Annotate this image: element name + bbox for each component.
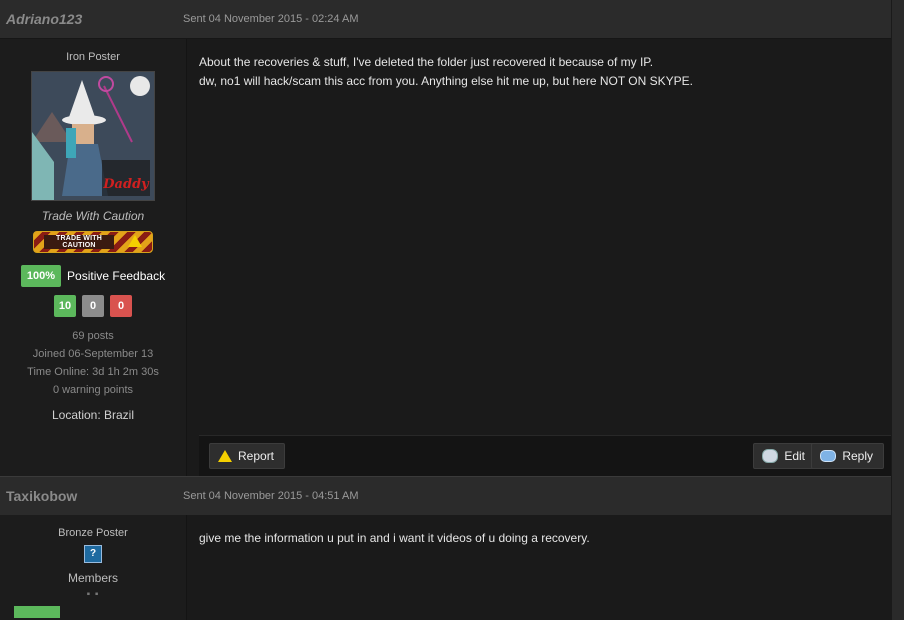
reply-label: Reply bbox=[842, 449, 873, 463]
post-author[interactable]: Adriano123 bbox=[6, 11, 82, 27]
neutral-count[interactable]: 0 bbox=[82, 295, 104, 317]
post-count: 69 posts bbox=[72, 330, 114, 342]
trade-caution-badge: TRADE WITH CAUTION bbox=[33, 231, 153, 253]
post-content: About the recoveries & stuff, I've delet… bbox=[187, 39, 892, 476]
reply-button[interactable]: Reply bbox=[811, 443, 884, 469]
user-title: Trade With Caution bbox=[41, 209, 145, 223]
joined-date: Joined 06-September 13 bbox=[32, 348, 154, 360]
post-message: give me the information u put in and i w… bbox=[199, 531, 590, 545]
edit-button[interactable]: Edit bbox=[753, 443, 816, 469]
avatar[interactable]: Daddy bbox=[31, 71, 155, 201]
warning-icon bbox=[218, 450, 232, 462]
member-group-icon: ? bbox=[84, 545, 102, 563]
time-online: Time Online: 3d 1h 2m 30s bbox=[27, 366, 159, 378]
group-name: Members bbox=[67, 571, 118, 585]
negative-count[interactable]: 0 bbox=[110, 295, 132, 317]
page-scrollbar[interactable] bbox=[891, 0, 904, 620]
feedback-counts: 10 0 0 bbox=[0, 295, 186, 317]
post-content: give me the information u put in and i w… bbox=[187, 515, 892, 620]
user-stats: 69 posts Joined 06-September 13 Time Onl… bbox=[0, 327, 186, 399]
rank-pips: ▪ ▪ bbox=[86, 589, 100, 600]
edit-icon bbox=[762, 449, 779, 463]
user-sidebar: Bronze Poster ? Members ▪ ▪ bbox=[0, 515, 187, 620]
message-line: About the recoveries & stuff, I've delet… bbox=[199, 55, 654, 69]
post-author[interactable]: Taxikobow bbox=[6, 488, 77, 504]
post-date: Sent 04 November 2015 - 02:24 AM bbox=[183, 13, 359, 25]
post-header: Adriano123 Sent 04 November 2015 - 02:24… bbox=[0, 0, 892, 39]
feedback-summary[interactable]: 100% Positive Feedback bbox=[0, 265, 186, 287]
message-line: dw, no1 will hack/scam this acc from you… bbox=[199, 74, 693, 88]
positive-count[interactable]: 10 bbox=[54, 295, 76, 317]
report-label: Report bbox=[238, 449, 275, 463]
feedback-percent[interactable] bbox=[14, 606, 60, 618]
user-rank: Bronze Poster bbox=[58, 527, 128, 539]
avatar-logo-text: Daddy bbox=[102, 177, 150, 192]
user-rank: Iron Poster bbox=[66, 51, 120, 63]
warning-icon bbox=[128, 235, 142, 247]
feedback-percent[interactable]: 100% bbox=[20, 265, 62, 287]
badge-text: TRADE WITH CAUTION bbox=[44, 235, 114, 249]
post-taxikobow: Taxikobow Sent 04 November 2015 - 04:51 … bbox=[0, 476, 892, 620]
report-button[interactable]: Report bbox=[209, 443, 286, 469]
post-header: Taxikobow Sent 04 November 2015 - 04:51 … bbox=[0, 476, 892, 516]
warning-points: 0 warning points bbox=[52, 384, 134, 396]
feedback-label[interactable]: Positive Feedback bbox=[67, 269, 165, 283]
post-adriano123: Adriano123 Sent 04 November 2015 - 02:24… bbox=[0, 0, 892, 476]
user-sidebar: Iron Poster Daddy Trade With Caution TRA… bbox=[0, 39, 187, 476]
post-date: Sent 04 November 2015 - 04:51 AM bbox=[183, 490, 359, 502]
post-message: About the recoveries & stuff, I've delet… bbox=[187, 39, 892, 105]
edit-label: Edit bbox=[784, 449, 805, 463]
user-location: Location: Brazil bbox=[51, 408, 135, 422]
post-actions: Report Edit Reply bbox=[199, 435, 892, 476]
reply-icon bbox=[820, 450, 837, 462]
